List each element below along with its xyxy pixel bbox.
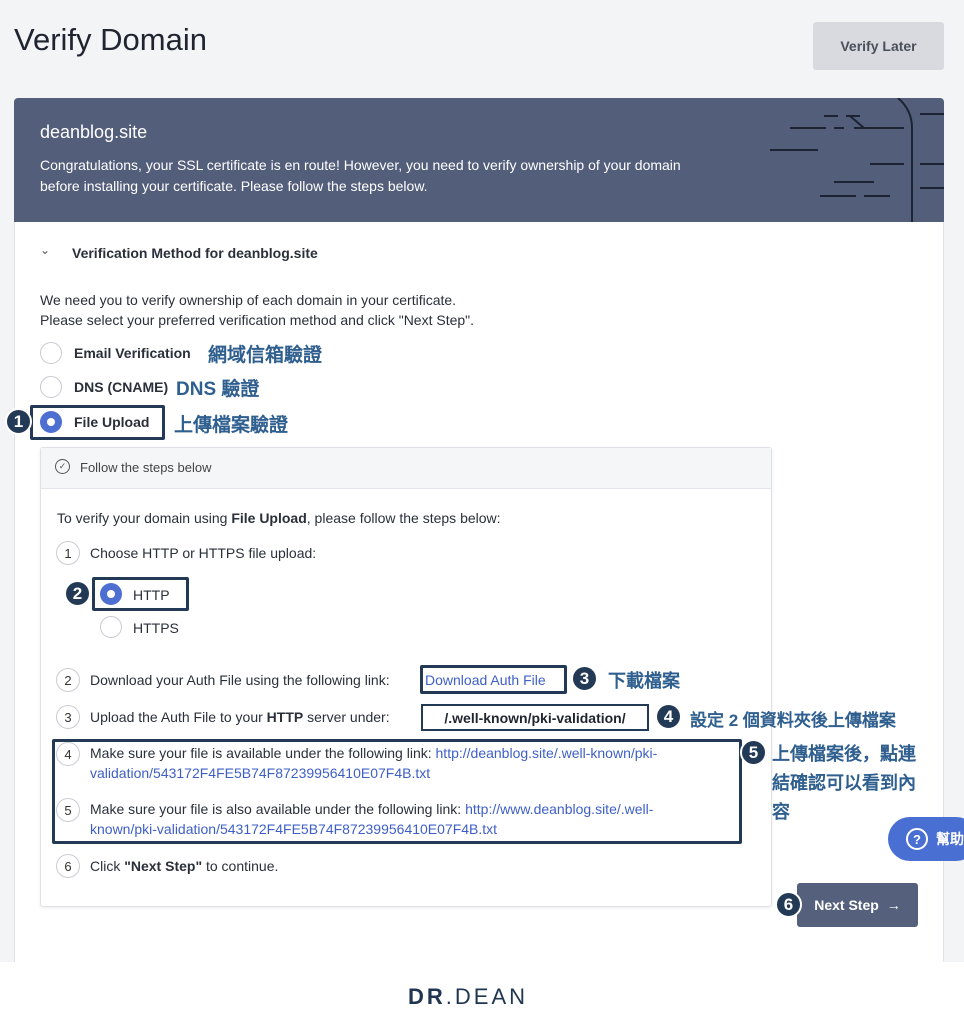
help-label: 幫助 <box>936 831 964 847</box>
file-upload-radio[interactable] <box>40 411 62 433</box>
intro-line-1: We need you to verify ownership of each … <box>40 292 457 308</box>
intro-prefix: To verify your domain using <box>57 510 232 526</box>
step-number-1: 1 <box>56 541 80 565</box>
step-number-4: 4 <box>56 742 80 766</box>
step-6-suffix: to continue. <box>202 858 279 874</box>
annotation-5-line-2: 結確認可以看到內 <box>772 773 916 793</box>
brand-logo: DR.DEAN <box>408 984 528 1010</box>
http-label[interactable]: HTTP <box>133 585 170 605</box>
annotation-5-line-1: 上傳檔案後，點連 <box>772 744 916 764</box>
step-6-prefix: Click <box>90 858 125 874</box>
email-verification-radio[interactable] <box>40 342 62 364</box>
https-label[interactable]: HTTPS <box>133 618 179 638</box>
https-radio[interactable] <box>100 616 122 638</box>
step-2-text: Download your Auth File using the follow… <box>90 672 390 688</box>
step-4-link-part-1[interactable]: http://deanblog.site/.well-known/pki- <box>436 745 658 761</box>
step-4-text: Make sure your file is available under t… <box>90 743 740 783</box>
file-upload-label[interactable]: File Upload <box>74 414 149 430</box>
next-step-label: Next Step <box>814 897 879 913</box>
chevron-down-icon[interactable]: ⌄ <box>40 243 50 257</box>
check-circle-icon: ✓ <box>55 459 70 474</box>
verify-links-annotation: 上傳檔案後，點連 結確認可以看到內 容 <box>772 740 916 827</box>
http-radio[interactable] <box>100 583 122 605</box>
dns-cname-radio[interactable] <box>40 376 62 398</box>
step-1-text: Choose HTTP or HTTPS file upload: <box>90 545 317 561</box>
step-6-text: Click "Next Step" to continue. <box>90 856 278 876</box>
intro-suffix: , please follow the steps below: <box>306 510 501 526</box>
download-auth-file-link[interactable]: Download Auth File <box>425 670 546 690</box>
file-upload-annotation: 上傳檔案驗證 <box>174 415 289 436</box>
banner-domain: deanblog.site <box>40 122 148 142</box>
step-3-text: Upload the Auth File to your HTTP server… <box>90 707 390 727</box>
annotation-badge-4: 4 <box>655 703 682 730</box>
email-verification-label[interactable]: Email Verification <box>74 345 191 361</box>
logo-part-2: .DEAN <box>445 984 529 1009</box>
banner-decoration-icon <box>770 98 944 222</box>
intro-line-2: Please select your preferred verificatio… <box>40 312 475 328</box>
intro-bold: File Upload <box>231 510 307 526</box>
help-icon: ? <box>906 828 928 850</box>
page-title: Verify Domain <box>14 22 207 57</box>
path-annotation: 設定 2 個資料夾後上傳檔案 <box>690 711 896 730</box>
steps-intro: To verify your domain using File Upload,… <box>57 508 501 528</box>
dns-cname-label[interactable]: DNS (CNAME) <box>74 379 168 395</box>
step-number-6: 6 <box>56 854 80 878</box>
logo-part-1: DR <box>408 984 446 1009</box>
annotation-badge-6: 6 <box>775 891 802 918</box>
step-number-3: 3 <box>56 705 80 729</box>
step-5-label: Make sure your file is also available un… <box>90 801 462 817</box>
step-3-bold: HTTP <box>266 709 304 725</box>
method-intro: We need you to verify ownership of each … <box>40 290 474 330</box>
dns-annotation: DNS 驗證 <box>176 379 260 400</box>
next-step-button[interactable]: Next Step → <box>797 883 918 927</box>
step-5-link-part-2[interactable]: known/pki-validation/543172F4FE5B74F8723… <box>90 821 497 837</box>
verify-later-button[interactable]: Verify Later <box>813 22 944 70</box>
step-5-link-part-1[interactable]: http://www.deanblog.site/.well- <box>465 801 653 817</box>
annotation-badge-2: 2 <box>64 580 91 607</box>
steps-header-text: Follow the steps below <box>80 460 212 475</box>
step-4-link-part-2[interactable]: validation/543172F4FE5B74F87239956410E07… <box>90 765 430 781</box>
banner-message: Congratulations, your SSL certificate is… <box>40 157 681 194</box>
method-section-title[interactable]: Verification Method for deanblog.site <box>72 245 318 261</box>
validation-path-field[interactable]: /.well-known/pki-validation/ <box>421 704 649 731</box>
email-annotation: 網域信箱驗證 <box>208 345 323 366</box>
help-button[interactable]: ? 幫助 <box>888 817 964 861</box>
annotation-badge-1: 1 <box>5 408 32 435</box>
step-3-prefix: Upload the Auth File to your <box>90 709 267 725</box>
step-4-label: Make sure your file is available under t… <box>90 745 432 761</box>
step-3-suffix: server under: <box>303 709 390 725</box>
step-5-text: Make sure your file is also available un… <box>90 799 740 839</box>
step-6-bold: "Next Step" <box>124 858 203 874</box>
step-number-2: 2 <box>56 668 80 692</box>
download-annotation: 下載檔案 <box>608 671 680 691</box>
annotation-badge-5: 5 <box>740 739 767 766</box>
arrow-right-icon: → <box>886 897 901 913</box>
domain-banner: deanblog.site Congratulations, your SSL … <box>14 98 944 222</box>
annotation-badge-3: 3 <box>571 665 598 692</box>
step-number-5: 5 <box>56 798 80 822</box>
